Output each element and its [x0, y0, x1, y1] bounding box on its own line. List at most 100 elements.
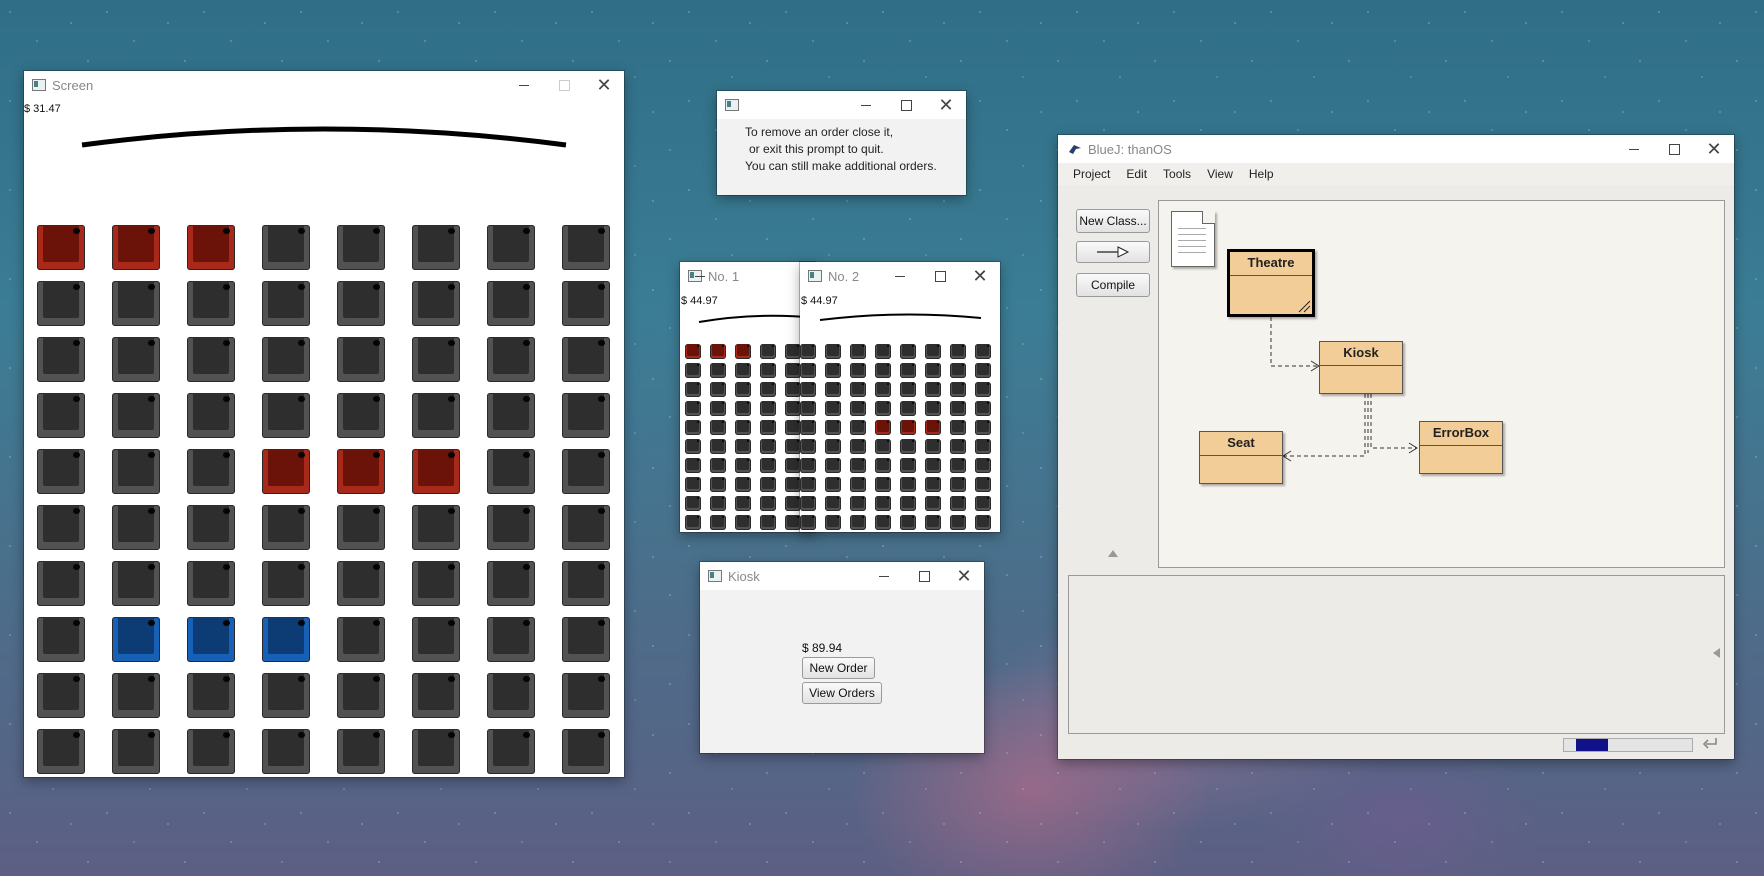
bluej-title-bar[interactable]: BlueJ: thanOS ✕: [1058, 135, 1734, 163]
seat-gray[interactable]: [710, 496, 726, 511]
seat-gray[interactable]: [337, 729, 385, 774]
seat-gray[interactable]: [760, 458, 776, 473]
seat-gray[interactable]: [685, 515, 701, 530]
seat-gray[interactable]: [975, 515, 991, 530]
seat-gray[interactable]: [487, 449, 535, 494]
seat-red[interactable]: [112, 225, 160, 270]
order-2-title-bar[interactable]: No. 2 ✕: [800, 262, 1000, 290]
seat-red[interactable]: [262, 449, 310, 494]
seat-gray[interactable]: [925, 344, 941, 359]
seat-red[interactable]: [875, 420, 891, 435]
seat-gray[interactable]: [262, 225, 310, 270]
seat-gray[interactable]: [925, 382, 941, 397]
seat-gray[interactable]: [925, 401, 941, 416]
seat-red[interactable]: [37, 225, 85, 270]
order-1-title-bar[interactable]: No. 1: [680, 262, 815, 290]
seat-gray[interactable]: [337, 673, 385, 718]
seat-gray[interactable]: [760, 496, 776, 511]
seat-gray[interactable]: [850, 477, 866, 492]
seat-gray[interactable]: [950, 439, 966, 454]
seat-gray[interactable]: [735, 401, 751, 416]
seat-gray[interactable]: [487, 337, 535, 382]
seat-gray[interactable]: [412, 561, 460, 606]
seat-gray[interactable]: [850, 496, 866, 511]
seat-gray[interactable]: [950, 363, 966, 378]
minimize-button[interactable]: [1614, 135, 1654, 163]
seat-gray[interactable]: [800, 458, 816, 473]
seat-gray[interactable]: [785, 515, 801, 530]
seat-gray[interactable]: [487, 673, 535, 718]
seat-gray[interactable]: [950, 382, 966, 397]
seat-gray[interactable]: [685, 382, 701, 397]
seat-gray[interactable]: [925, 477, 941, 492]
seat-gray[interactable]: [37, 337, 85, 382]
seat-gray[interactable]: [412, 281, 460, 326]
seat-gray[interactable]: [875, 401, 891, 416]
seat-gray[interactable]: [112, 393, 160, 438]
kiosk-window[interactable]: Kiosk ✕ $ 89.94 New Order View Orders: [700, 562, 984, 753]
seat-gray[interactable]: [825, 420, 841, 435]
seat-gray[interactable]: [785, 496, 801, 511]
seat-gray[interactable]: [262, 337, 310, 382]
seat-gray[interactable]: [825, 363, 841, 378]
seat-gray[interactable]: [825, 401, 841, 416]
seat-gray[interactable]: [800, 477, 816, 492]
seat-gray[interactable]: [337, 225, 385, 270]
seat-gray[interactable]: [337, 337, 385, 382]
class-seat[interactable]: Seat: [1199, 431, 1283, 484]
seat-gray[interactable]: [187, 449, 235, 494]
seat-gray[interactable]: [900, 458, 916, 473]
seat-gray[interactable]: [825, 344, 841, 359]
seat-gray[interactable]: [685, 477, 701, 492]
seat-gray[interactable]: [800, 401, 816, 416]
menu-edit[interactable]: Edit: [1126, 167, 1147, 181]
class-diagram-canvas[interactable]: Theatre Kiosk Seat ErrorBox: [1158, 200, 1725, 568]
seat-gray[interactable]: [800, 496, 816, 511]
seat-gray[interactable]: [562, 337, 610, 382]
seat-gray[interactable]: [875, 458, 891, 473]
seat-gray[interactable]: [950, 515, 966, 530]
seat-gray[interactable]: [37, 673, 85, 718]
seat-gray[interactable]: [925, 363, 941, 378]
seat-gray[interactable]: [825, 496, 841, 511]
close-button[interactable]: ✕: [960, 262, 1000, 290]
seat-gray[interactable]: [735, 420, 751, 435]
seat-gray[interactable]: [710, 477, 726, 492]
seat-gray[interactable]: [735, 439, 751, 454]
seat-gray[interactable]: [262, 729, 310, 774]
seat-gray[interactable]: [710, 515, 726, 530]
seat-gray[interactable]: [562, 393, 610, 438]
menu-help[interactable]: Help: [1249, 167, 1274, 181]
seat-gray[interactable]: [112, 281, 160, 326]
seat-blue[interactable]: [187, 617, 235, 662]
seat-gray[interactable]: [710, 439, 726, 454]
seat-gray[interactable]: [850, 344, 866, 359]
seat-gray[interactable]: [900, 363, 916, 378]
seat-gray[interactable]: [562, 561, 610, 606]
close-button[interactable]: ✕: [1694, 135, 1734, 163]
seat-gray[interactable]: [685, 496, 701, 511]
seat-gray[interactable]: [37, 729, 85, 774]
seat-gray[interactable]: [760, 420, 776, 435]
seat-gray[interactable]: [710, 420, 726, 435]
seat-gray[interactable]: [900, 477, 916, 492]
seat-gray[interactable]: [825, 382, 841, 397]
seat-gray[interactable]: [785, 439, 801, 454]
seat-gray[interactable]: [975, 496, 991, 511]
seat-gray[interactable]: [950, 401, 966, 416]
seat-gray[interactable]: [337, 281, 385, 326]
seat-gray[interactable]: [825, 458, 841, 473]
seat-gray[interactable]: [187, 281, 235, 326]
menu-project[interactable]: Project: [1073, 167, 1110, 181]
seat-gray[interactable]: [825, 515, 841, 530]
seat-gray[interactable]: [685, 458, 701, 473]
seat-gray[interactable]: [710, 363, 726, 378]
seat-gray[interactable]: [785, 344, 801, 359]
seat-gray[interactable]: [850, 515, 866, 530]
screen-window[interactable]: Screen ✕ $ 31.47: [24, 71, 624, 777]
seat-blue[interactable]: [262, 617, 310, 662]
seat-red[interactable]: [735, 344, 751, 359]
seat-gray[interactable]: [487, 617, 535, 662]
seat-gray[interactable]: [262, 505, 310, 550]
seat-gray[interactable]: [487, 729, 535, 774]
